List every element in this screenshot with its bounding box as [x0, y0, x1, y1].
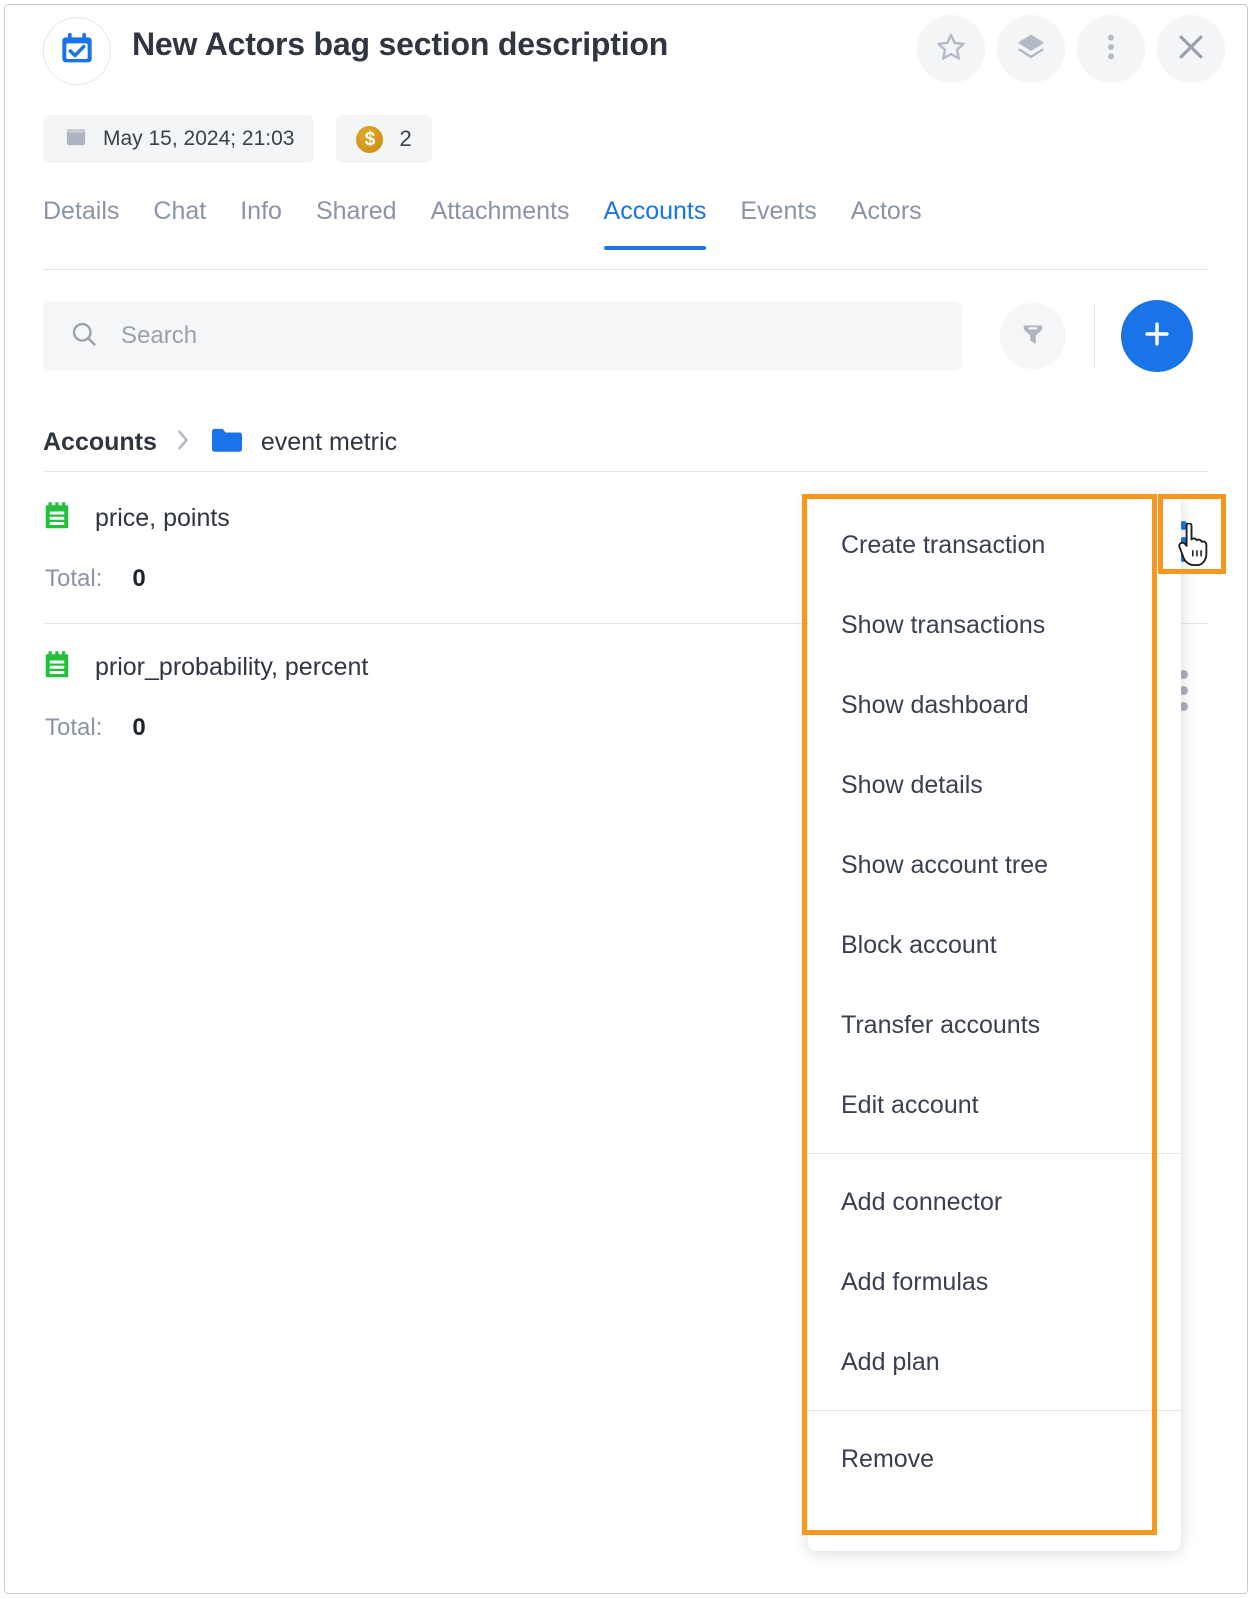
menu-item-block-account[interactable]: Block account	[808, 905, 1181, 985]
context-menu: Create transaction Show transactions Sho…	[808, 497, 1181, 1551]
menu-item-show-details[interactable]: Show details	[808, 745, 1181, 825]
menu-item-add-connector[interactable]: Add connector	[808, 1162, 1181, 1242]
toolbar	[43, 300, 1211, 372]
tab-attachments[interactable]: Attachments	[431, 197, 570, 248]
search-input[interactable]	[119, 321, 883, 351]
dollar-coin-icon: $	[356, 125, 384, 153]
menu-item-show-dashboard[interactable]: Show dashboard	[808, 665, 1181, 745]
star-icon	[934, 30, 968, 69]
account-title-group: prior_probability, percent	[43, 650, 368, 685]
meta-chips: May 15, 2024; 21:03 $ 2	[43, 115, 432, 163]
menu-item-show-transactions[interactable]: Show transactions	[808, 585, 1181, 665]
account-name[interactable]: price, points	[95, 504, 230, 533]
task-detail-window: New Actors bag section description May 1…	[4, 4, 1248, 1594]
calendar-icon	[63, 124, 89, 155]
tab-actors[interactable]: Actors	[851, 197, 922, 248]
layers-button[interactable]	[997, 15, 1065, 83]
menu-divider	[808, 1153, 1181, 1154]
layers-icon	[1014, 30, 1048, 69]
avatar	[43, 17, 111, 85]
menu-item-create-transaction[interactable]: Create transaction	[808, 505, 1181, 585]
tab-events[interactable]: Events	[740, 197, 816, 248]
tab-info[interactable]: Info	[240, 197, 282, 248]
menu-item-add-formulas[interactable]: Add formulas	[808, 1242, 1181, 1322]
tab-bar: Details Chat Info Shared Attachments Acc…	[43, 197, 1208, 270]
search-icon	[69, 319, 99, 354]
tab-details[interactable]: Details	[43, 197, 119, 248]
menu-item-show-account-tree[interactable]: Show account tree	[808, 825, 1181, 905]
menu-item-edit-account[interactable]: Edit account	[808, 1065, 1181, 1145]
tab-chat[interactable]: Chat	[153, 197, 206, 248]
date-value: May 15, 2024; 21:03	[103, 127, 295, 150]
breadcrumb: Accounts event metric	[43, 413, 1208, 472]
notepad-icon	[43, 650, 71, 685]
total-value: 0	[132, 565, 146, 592]
menu-item-add-plan[interactable]: Add plan	[808, 1322, 1181, 1402]
close-icon	[1173, 29, 1209, 70]
tab-shared[interactable]: Shared	[316, 197, 397, 248]
favorite-button[interactable]	[917, 15, 985, 83]
breadcrumb-root[interactable]: Accounts	[43, 428, 157, 457]
points-count: 2	[399, 126, 412, 151]
close-button[interactable]	[1157, 15, 1225, 83]
header-actions	[917, 15, 1225, 83]
calendar-check-icon	[57, 29, 97, 74]
filter-button[interactable]	[1000, 303, 1066, 369]
date-chip[interactable]: May 15, 2024; 21:03	[43, 115, 315, 163]
funnel-filter-icon	[1018, 319, 1048, 354]
window-header: New Actors bag section description	[5, 5, 1247, 97]
total-label: Total:	[45, 565, 103, 592]
points-chip[interactable]: $ 2	[336, 115, 432, 163]
menu-item-remove[interactable]: Remove	[808, 1419, 1181, 1499]
account-total: Total: 0	[45, 714, 146, 742]
kebab-menu-icon	[1094, 30, 1128, 69]
account-title-group: price, points	[43, 501, 230, 536]
search-box[interactable]	[43, 301, 962, 371]
plus-icon	[1140, 317, 1174, 356]
tab-accounts[interactable]: Accounts	[603, 197, 706, 250]
account-total: Total: 0	[45, 565, 146, 593]
toolbar-divider	[1094, 305, 1095, 367]
chevron-right-icon	[173, 427, 193, 458]
menu-item-transfer-accounts[interactable]: Transfer accounts	[808, 985, 1181, 1065]
add-account-button[interactable]	[1121, 300, 1193, 372]
account-name[interactable]: prior_probability, percent	[95, 653, 368, 682]
menu-divider	[808, 1410, 1181, 1411]
folder-icon	[209, 425, 245, 460]
page-title: New Actors bag section description	[132, 26, 669, 62]
more-options-button[interactable]	[1077, 15, 1145, 83]
total-label: Total:	[45, 714, 103, 741]
notepad-icon	[43, 501, 71, 536]
total-value: 0	[132, 714, 146, 741]
breadcrumb-current[interactable]: event metric	[261, 428, 397, 457]
